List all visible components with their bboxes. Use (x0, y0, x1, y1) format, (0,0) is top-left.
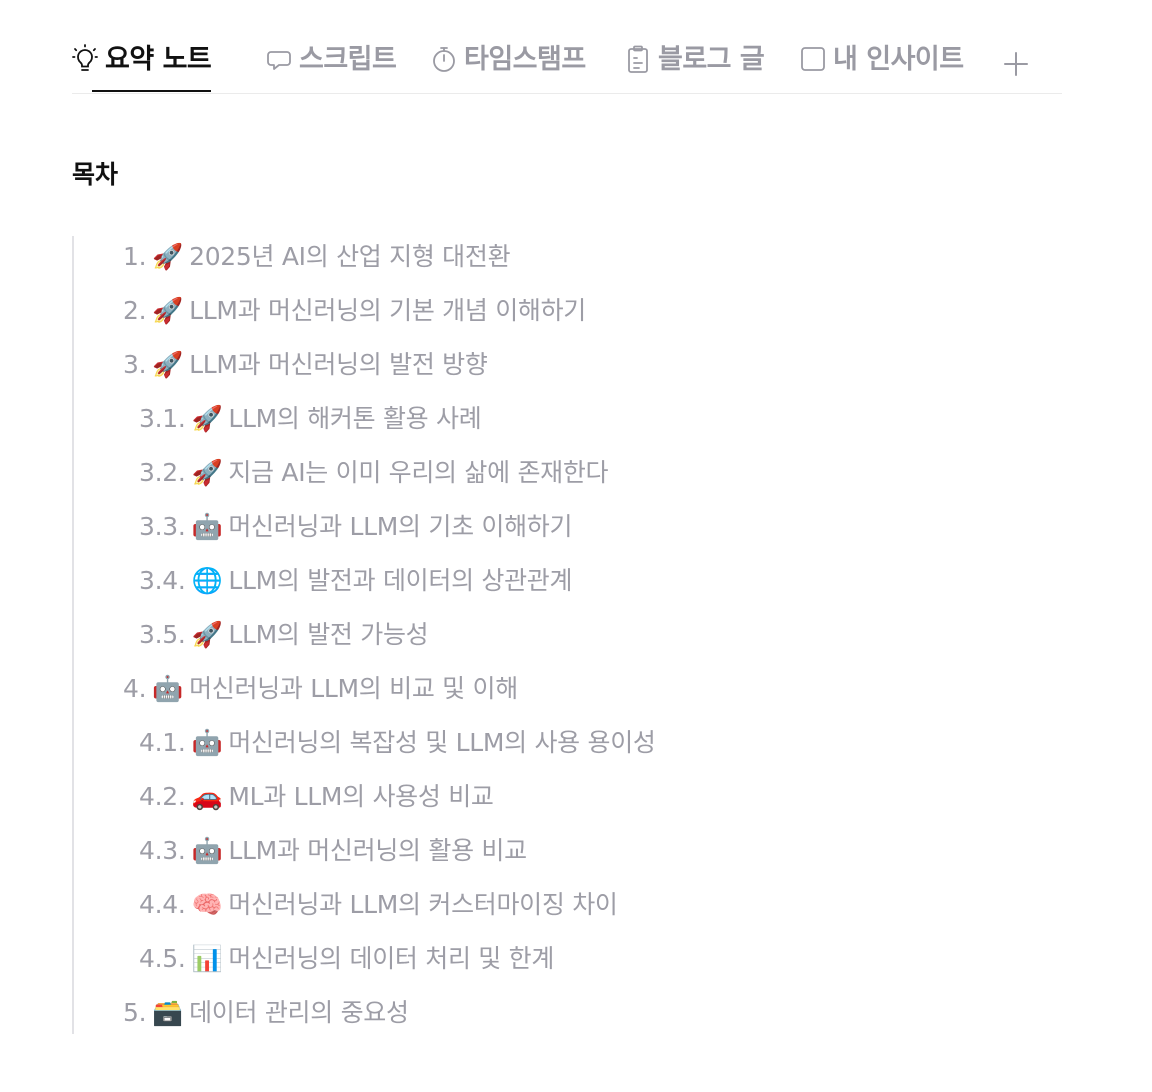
toc-item-emoji: 🚀 (152, 296, 184, 325)
toc-item[interactable]: 4.3. 🤖 LLM과 머신러닝의 활용 비교 (74, 824, 656, 878)
tab-label: 타임스탬프 (464, 44, 586, 75)
toc-item-emoji: 🤖 (152, 674, 184, 703)
clipboard-icon (625, 44, 651, 74)
square-icon (800, 44, 826, 74)
tab-blog-post[interactable]: 블로그 글 (625, 40, 765, 92)
toc-item-number: 4.4. (139, 890, 186, 919)
toc-item-title: 머신러닝과 LLM의 커스터마이징 차이 (228, 890, 618, 919)
tab-label: 요약 노트 (105, 44, 212, 75)
tab-label: 내 인사이트 (833, 44, 964, 75)
tab-label: 스크립트 (299, 44, 397, 75)
toc-item[interactable]: 4.4. 🧠 머신러닝과 LLM의 커스터마이징 차이 (74, 878, 656, 932)
toc-item[interactable]: 4.2. 🚗 ML과 LLM의 사용성 비교 (74, 770, 656, 824)
toc-item-number: 4.3. (139, 836, 186, 865)
toc-item[interactable]: 3.3. 🤖 머신러닝과 LLM의 기초 이해하기 (74, 500, 656, 554)
toc-item-emoji: 🗃️ (152, 998, 184, 1027)
toc-item[interactable]: 2. 🚀 LLM과 머신러닝의 기본 개념 이해하기 (74, 284, 656, 338)
toc-list: 1. 🚀 2025년 AI의 산업 지형 대전환 2. 🚀 LLM과 머신러닝의 기본 개… (74, 230, 656, 1040)
toc-item[interactable]: 3.1. 🚀 LLM의 해커톤 활용 사례 (74, 392, 656, 446)
toc-item-title: 지금 AI는 이미 우리의 삶에 존재한다 (228, 458, 609, 487)
toc-item[interactable]: 3.5. 🚀 LLM의 발전 가능성 (74, 608, 656, 662)
toc-item[interactable]: 4. 🤖 머신러닝과 LLM의 비교 및 이해 (74, 662, 656, 716)
toc-item-emoji: 🤖 (191, 836, 223, 865)
tab-label: 블로그 글 (658, 44, 765, 75)
toc-item-number: 4.5. (139, 944, 186, 973)
toc-item-emoji: 📊 (191, 944, 223, 973)
stopwatch-icon (431, 44, 457, 74)
toc-item-emoji: 🤖 (191, 728, 223, 757)
toc-item-emoji: 🚀 (191, 458, 223, 487)
chat-bubble-icon (266, 44, 292, 74)
toc-item-title: 데이터 관리의 중요성 (189, 998, 409, 1027)
toc-item-title: 머신러닝의 복잡성 및 LLM의 사용 용이성 (228, 728, 656, 757)
tab-timestamp[interactable]: 타임스탬프 (431, 40, 586, 92)
toc-item[interactable]: 5. 🗃️ 데이터 관리의 중요성 (74, 986, 656, 1040)
lightbulb-icon (72, 44, 98, 74)
toc-item-emoji: 🚀 (152, 350, 184, 379)
toc-item-number: 3.1. (139, 404, 186, 433)
toc-item-title: LLM의 발전 가능성 (228, 620, 429, 649)
toc-item-title: LLM과 머신러닝의 발전 방향 (189, 350, 488, 379)
toc-item-title: LLM의 해커톤 활용 사례 (228, 404, 482, 433)
toc-item-title: LLM과 머신러닝의 기본 개념 이해하기 (189, 296, 587, 325)
toc-item-title: 2025년 AI의 산업 지형 대전환 (189, 242, 511, 271)
tab-summary-notes[interactable]: 요약 노트 (72, 40, 212, 92)
toc-item-number: 5. (123, 998, 147, 1027)
toc-item-number: 3.3. (139, 512, 186, 541)
toc-item-emoji: 🚀 (152, 242, 184, 271)
tab-my-insights[interactable]: 내 인사이트 (800, 40, 964, 92)
toc-item-number: 3.5. (139, 620, 186, 649)
add-tab-button[interactable] (1001, 49, 1031, 79)
toc-item[interactable]: 4.1. 🤖 머신러닝의 복잡성 및 LLM의 사용 용이성 (74, 716, 656, 770)
toc-item-title: 머신러닝과 LLM의 기초 이해하기 (228, 512, 573, 541)
toc-item[interactable]: 3. 🚀 LLM과 머신러닝의 발전 방향 (74, 338, 656, 392)
toc-item[interactable]: 4.5. 📊 머신러닝의 데이터 처리 및 한계 (74, 932, 656, 986)
tab-script[interactable]: 스크립트 (266, 40, 397, 92)
toc-item-number: 1. (123, 242, 147, 271)
toc-item-number: 4.1. (139, 728, 186, 757)
toc-item-number: 3.2. (139, 458, 186, 487)
toc-item-title: 머신러닝의 데이터 처리 및 한계 (228, 944, 555, 973)
toc-item[interactable]: 3.4. 🌐 LLM의 발전과 데이터의 상관관계 (74, 554, 656, 608)
toc-item[interactable]: 1. 🚀 2025년 AI의 산업 지형 대전환 (74, 230, 656, 284)
toc-item-title: 머신러닝과 LLM의 비교 및 이해 (189, 674, 518, 703)
toc-item-number: 3. (123, 350, 147, 379)
toc-item-emoji: 🚗 (191, 782, 223, 811)
toc-item[interactable]: 3.2. 🚀 지금 AI는 이미 우리의 삶에 존재한다 (74, 446, 656, 500)
plus-icon (1004, 52, 1028, 76)
toc-item-number: 3.4. (139, 566, 186, 595)
toc-heading: 목차 (72, 160, 119, 189)
toc-item-emoji: 🤖 (191, 512, 223, 541)
toc-item-title: ML과 LLM의 사용성 비교 (228, 782, 494, 811)
toc-item-emoji: 🚀 (191, 620, 223, 649)
toc-item-emoji: 🌐 (191, 566, 223, 595)
toc-item-number: 2. (123, 296, 147, 325)
toc-item-title: LLM의 발전과 데이터의 상관관계 (228, 566, 573, 595)
toc-item-emoji: 🧠 (191, 890, 223, 919)
tab-bar: 요약 노트 스크립트 타임스탬프 블로그 글 내 인사이트 (72, 40, 1062, 94)
toc-item-number: 4. (123, 674, 147, 703)
toc-item-number: 4.2. (139, 782, 186, 811)
toc-item-title: LLM과 머신러닝의 활용 비교 (228, 836, 527, 865)
toc-item-emoji: 🚀 (191, 404, 223, 433)
